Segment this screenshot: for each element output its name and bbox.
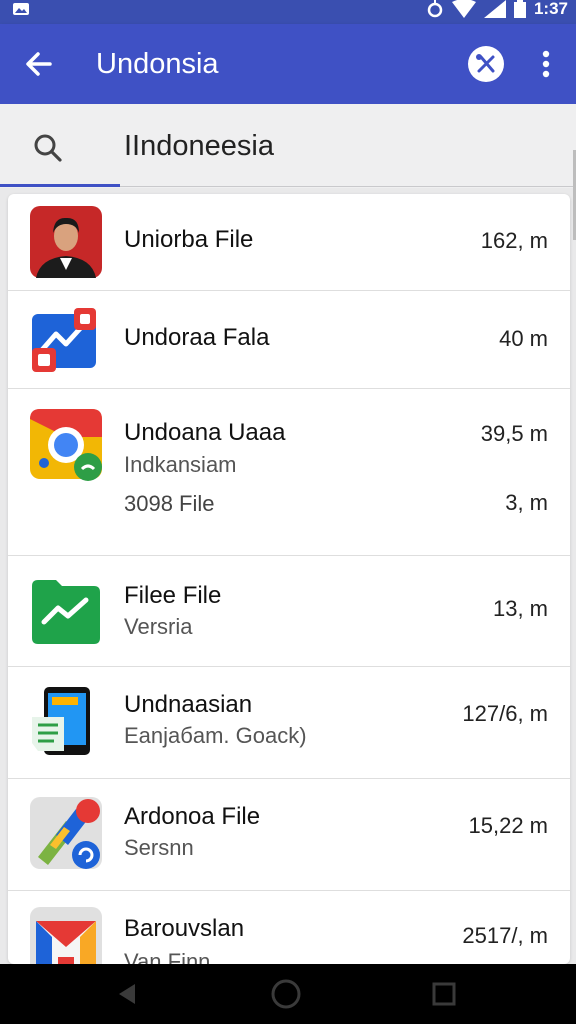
navigation-bar [0,964,576,1024]
list-item[interactable]: Filee File Versria 13, m [8,556,570,667]
chrome-icon [30,409,102,481]
more-vert-icon [542,50,550,78]
search-icon[interactable] [32,132,64,164]
file-size: 127/6, m [462,701,548,726]
file-size: 13, m [492,596,548,621]
wifi-icon [451,0,476,18]
back-button[interactable] [18,44,58,84]
search-bar [0,104,576,188]
file-subtitle: Van Finn [124,949,211,964]
divider [120,186,576,187]
file-size: 40 m [499,326,548,351]
phone-document-icon [30,685,102,757]
status-bar: 1:37 [0,0,576,24]
nav-home-icon [271,979,301,1009]
nav-back-icon [119,984,135,1004]
list-item[interactable]: Uniorba File 162, m [8,194,570,291]
arrow-back-icon [26,52,52,76]
tools-button[interactable] [468,46,504,82]
file-size: 15,22 m [468,813,549,838]
nav-home-button[interactable] [270,978,302,1010]
file-size: 162, m [480,228,548,253]
file-subtitle: Eanjaбam. Goack) [124,723,307,748]
gmail-icon [30,907,102,964]
green-folder-chart-icon [30,574,102,646]
page-title: Undonsia [96,48,219,80]
list-item[interactable]: Undoraa Fala 40 m [8,291,570,389]
file-subtitle: Sersnn [124,835,194,860]
file-title: Filee File [124,582,222,609]
more-options-button[interactable] [530,44,562,84]
file-extra-title: 3098 File [124,491,215,516]
file-title: Uniorba File [124,226,254,253]
nav-back-button[interactable] [110,978,142,1010]
list-item[interactable]: Undnaasian Eanjaбam. Goack) 127/6, m [8,667,570,779]
file-title: Undoraa Fala [124,324,270,351]
alarm-icon [426,0,444,18]
colorful-tools-icon [30,797,102,869]
analytics-chart-icon [30,304,102,376]
file-size: 39,5 m [480,421,548,446]
list-item[interactable]: Ardonoa File Sersnn 15,22 m [8,779,570,891]
battery-icon [513,0,526,18]
file-subtitle: Versria [124,614,193,639]
search-input[interactable] [124,124,544,168]
image-notification-icon [12,2,32,16]
nav-recents-icon [432,982,456,1006]
list-item[interactable]: Undoana Uaaa Indkansiam 3098 File 39,5 m… [8,389,570,556]
file-title: Undnaasian [124,691,253,718]
signal-icon [483,0,506,18]
nav-recents-button[interactable] [428,978,460,1010]
list-item[interactable]: Barouvslan Van Finn 2517/, m [8,891,570,964]
tools-icon [476,54,495,73]
file-subtitle: Indkansiam [124,452,237,477]
app-bar: Undonsia [0,24,576,104]
file-title: Undoana Uaaa [124,419,286,446]
file-title: Barouvslan [124,915,245,942]
file-extra-size: 3, m [505,490,548,515]
search-focus-indicator [0,184,120,187]
file-size: 2517/, m [462,923,548,948]
status-time: 1:37 [533,0,568,18]
file-title: Ardonoa File [124,803,261,830]
profile-photo-icon [30,206,102,278]
file-list: Uniorba File 162, m Undoraa Fala 40 m Un… [8,194,570,964]
